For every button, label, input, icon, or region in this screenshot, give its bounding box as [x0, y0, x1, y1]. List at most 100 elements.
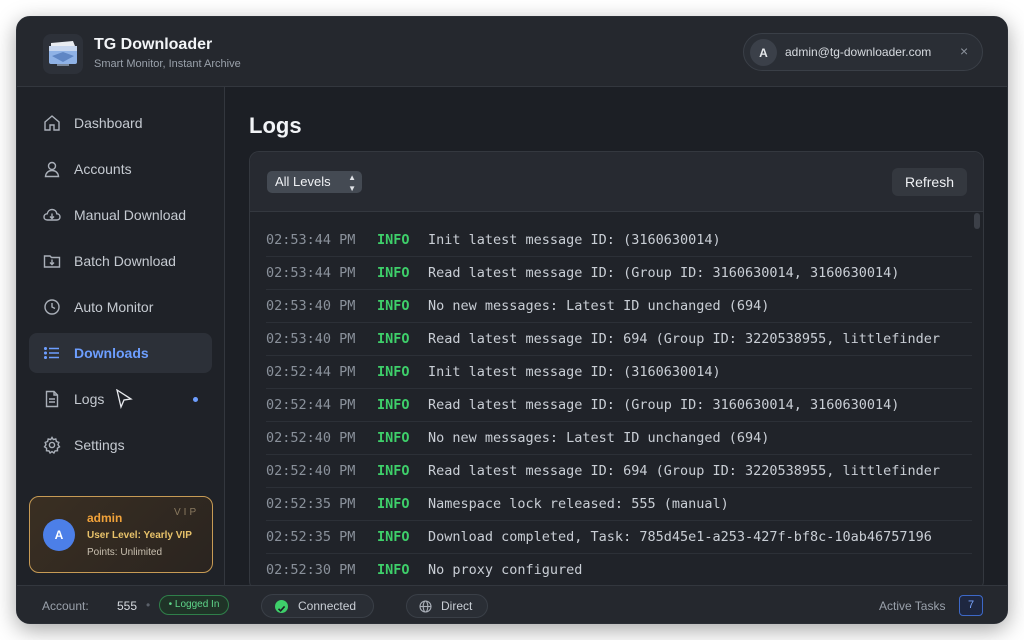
check-circle-icon	[275, 600, 288, 613]
log-timestamp: 02:52:35 PM	[266, 529, 356, 545]
log-timestamp: 02:52:40 PM	[266, 463, 356, 479]
log-timestamp: 02:52:44 PM	[266, 397, 356, 413]
avatar: A	[43, 519, 75, 551]
log-row: 02:52:30 PM INFO No proxy configured	[266, 554, 972, 587]
user-icon	[44, 161, 60, 178]
separator: •	[146, 598, 151, 612]
sidebar-item-label: Accounts	[74, 161, 132, 177]
log-level: INFO	[377, 364, 410, 380]
log-message: Read latest message ID: 694 (Group ID: 3…	[428, 331, 941, 347]
log-row: 02:52:40 PM INFO No new messages: Latest I…	[266, 422, 972, 455]
sidebar-item-logs[interactable]: Logs	[29, 379, 212, 419]
folder-download-icon	[43, 255, 61, 268]
logs-toolbar: All Levels ▲ ▼ Refresh	[250, 152, 983, 212]
app-header: TG Downloader Smart Monitor, Instant Arc…	[17, 17, 1007, 87]
log-message: Read latest message ID: (Group ID: 31606…	[428, 397, 900, 413]
sidebar-item-settings[interactable]: Settings	[29, 425, 212, 465]
sidebar: Dashboard Accounts Manual Download Batch…	[17, 87, 225, 585]
log-message: Download completed, Task: 785d45e1-a253-…	[428, 529, 932, 545]
log-message: Read latest message ID: 694 (Group ID: 3…	[428, 463, 941, 479]
status-bar: Account: 555 • • Logged In Connected Dir…	[17, 585, 1007, 623]
log-message: Namespace lock released: 555 (manual)	[428, 496, 729, 512]
log-row: 02:52:35 PM INFO Namespace lock released: …	[266, 488, 972, 521]
log-timestamp: 02:53:40 PM	[266, 331, 356, 347]
user-email: admin@tg-downloader.com	[785, 45, 932, 59]
connection-label: Connected	[298, 599, 357, 613]
sidebar-item-accounts[interactable]: Accounts	[29, 149, 212, 189]
sidebar-item-manual-download[interactable]: Manual Download	[29, 195, 212, 235]
scrollbar[interactable]	[974, 213, 982, 590]
log-timestamp: 02:53:44 PM	[266, 265, 356, 281]
sidebar-item-label: Batch Download	[74, 253, 176, 269]
sidebar-item-dashboard[interactable]: Dashboard	[29, 103, 212, 143]
log-row: 02:52:35 PM INFO Download completed, Task:…	[266, 521, 972, 554]
log-level: INFO	[377, 232, 410, 248]
refresh-button[interactable]: Refresh	[892, 168, 967, 196]
log-row: 02:53:40 PM INFO No new messages: Latest I…	[266, 290, 972, 323]
sidebar-item-label: Auto Monitor	[74, 299, 154, 315]
log-timestamp: 02:53:40 PM	[266, 298, 356, 314]
log-message: No new messages: Latest ID unchanged (69…	[428, 430, 770, 446]
account-label: Account:	[42, 599, 89, 613]
sidebar-item-batch-download[interactable]: Batch Download	[29, 241, 212, 281]
log-message: Read latest message ID: (Group ID: 31606…	[428, 265, 900, 281]
cloud-download-icon	[43, 208, 61, 221]
vip-badge: VIP	[174, 507, 200, 518]
log-row: 02:53:44 PM INFO Read latest message ID: (…	[266, 257, 972, 290]
log-list: 02:53:44 PM INFO Init latest message ID: (…	[266, 224, 972, 590]
log-row: 02:52:44 PM INFO Init latest message ID: (…	[266, 356, 972, 389]
sidebar-item-downloads[interactable]: Downloads	[29, 333, 212, 373]
log-message: No new messages: Latest ID unchanged (69…	[428, 298, 770, 314]
vip-level: User Level: Yearly VIP	[87, 530, 192, 541]
level-filter-select[interactable]: All Levels ▲ ▼	[267, 171, 362, 193]
sidebar-item-label: Manual Download	[74, 207, 187, 223]
sidebar-item-label: Logs	[74, 391, 105, 407]
account-value: 555	[117, 599, 138, 613]
log-message: Init latest message ID: (3160630014)	[428, 364, 721, 380]
unread-dot	[193, 397, 198, 402]
sidebar-item-auto-monitor[interactable]: Auto Monitor	[29, 287, 212, 327]
log-message: No proxy configured	[428, 562, 583, 578]
log-level: INFO	[377, 496, 410, 512]
clock-icon	[44, 299, 60, 315]
proxy-mode[interactable]: Direct	[406, 594, 488, 618]
log-level: INFO	[377, 397, 410, 413]
user-chip[interactable]: A admin@tg-downloader.com ×	[743, 33, 983, 71]
log-timestamp: 02:52:44 PM	[266, 364, 356, 380]
scrollbar-thumb[interactable]	[974, 213, 980, 229]
active-tasks-count[interactable]: 7	[959, 595, 983, 616]
home-icon	[44, 115, 60, 131]
log-timestamp: 02:52:40 PM	[266, 430, 356, 446]
log-level: INFO	[377, 430, 410, 446]
vip-card[interactable]: A admin VIP User Level: Yearly VIP Point…	[29, 496, 213, 573]
vip-points: Points: Unlimited	[87, 547, 163, 558]
log-level: INFO	[377, 463, 410, 479]
close-icon[interactable]: ×	[960, 43, 968, 59]
active-tasks-label: Active Tasks	[879, 599, 946, 613]
list-icon	[43, 346, 59, 360]
log-level: INFO	[377, 529, 410, 545]
document-icon	[45, 390, 59, 408]
app-title: TG Downloader	[94, 36, 213, 53]
connection-status[interactable]: Connected	[261, 594, 374, 618]
proxy-mode-label: Direct	[441, 599, 473, 613]
app-logo-icon	[43, 34, 83, 74]
logs-panel: All Levels ▲ ▼ Refresh 02:53:44 PM INFO Ini…	[249, 151, 984, 591]
log-row: 02:52:44 PM INFO Read latest message ID: (…	[266, 389, 972, 422]
avatar: A	[750, 39, 777, 66]
sidebar-item-label: Dashboard	[74, 115, 143, 131]
globe-icon	[419, 600, 432, 613]
mouse-cursor-icon	[116, 389, 133, 409]
log-row: 02:53:44 PM INFO Init latest message ID: (…	[266, 224, 972, 257]
log-level: INFO	[377, 265, 410, 281]
select-arrows-icon: ▲ ▼	[348, 173, 356, 193]
sidebar-item-label: Downloads	[74, 345, 149, 361]
status-badge: • Logged In	[159, 595, 229, 615]
log-level: INFO	[377, 298, 410, 314]
log-timestamp: 02:53:44 PM	[266, 232, 356, 248]
log-level: INFO	[377, 562, 410, 578]
vip-username: admin	[87, 511, 123, 525]
log-timestamp: 02:52:35 PM	[266, 496, 356, 512]
log-message: Init latest message ID: (3160630014)	[428, 232, 721, 248]
app-subtitle: Smart Monitor, Instant Archive	[94, 58, 241, 70]
